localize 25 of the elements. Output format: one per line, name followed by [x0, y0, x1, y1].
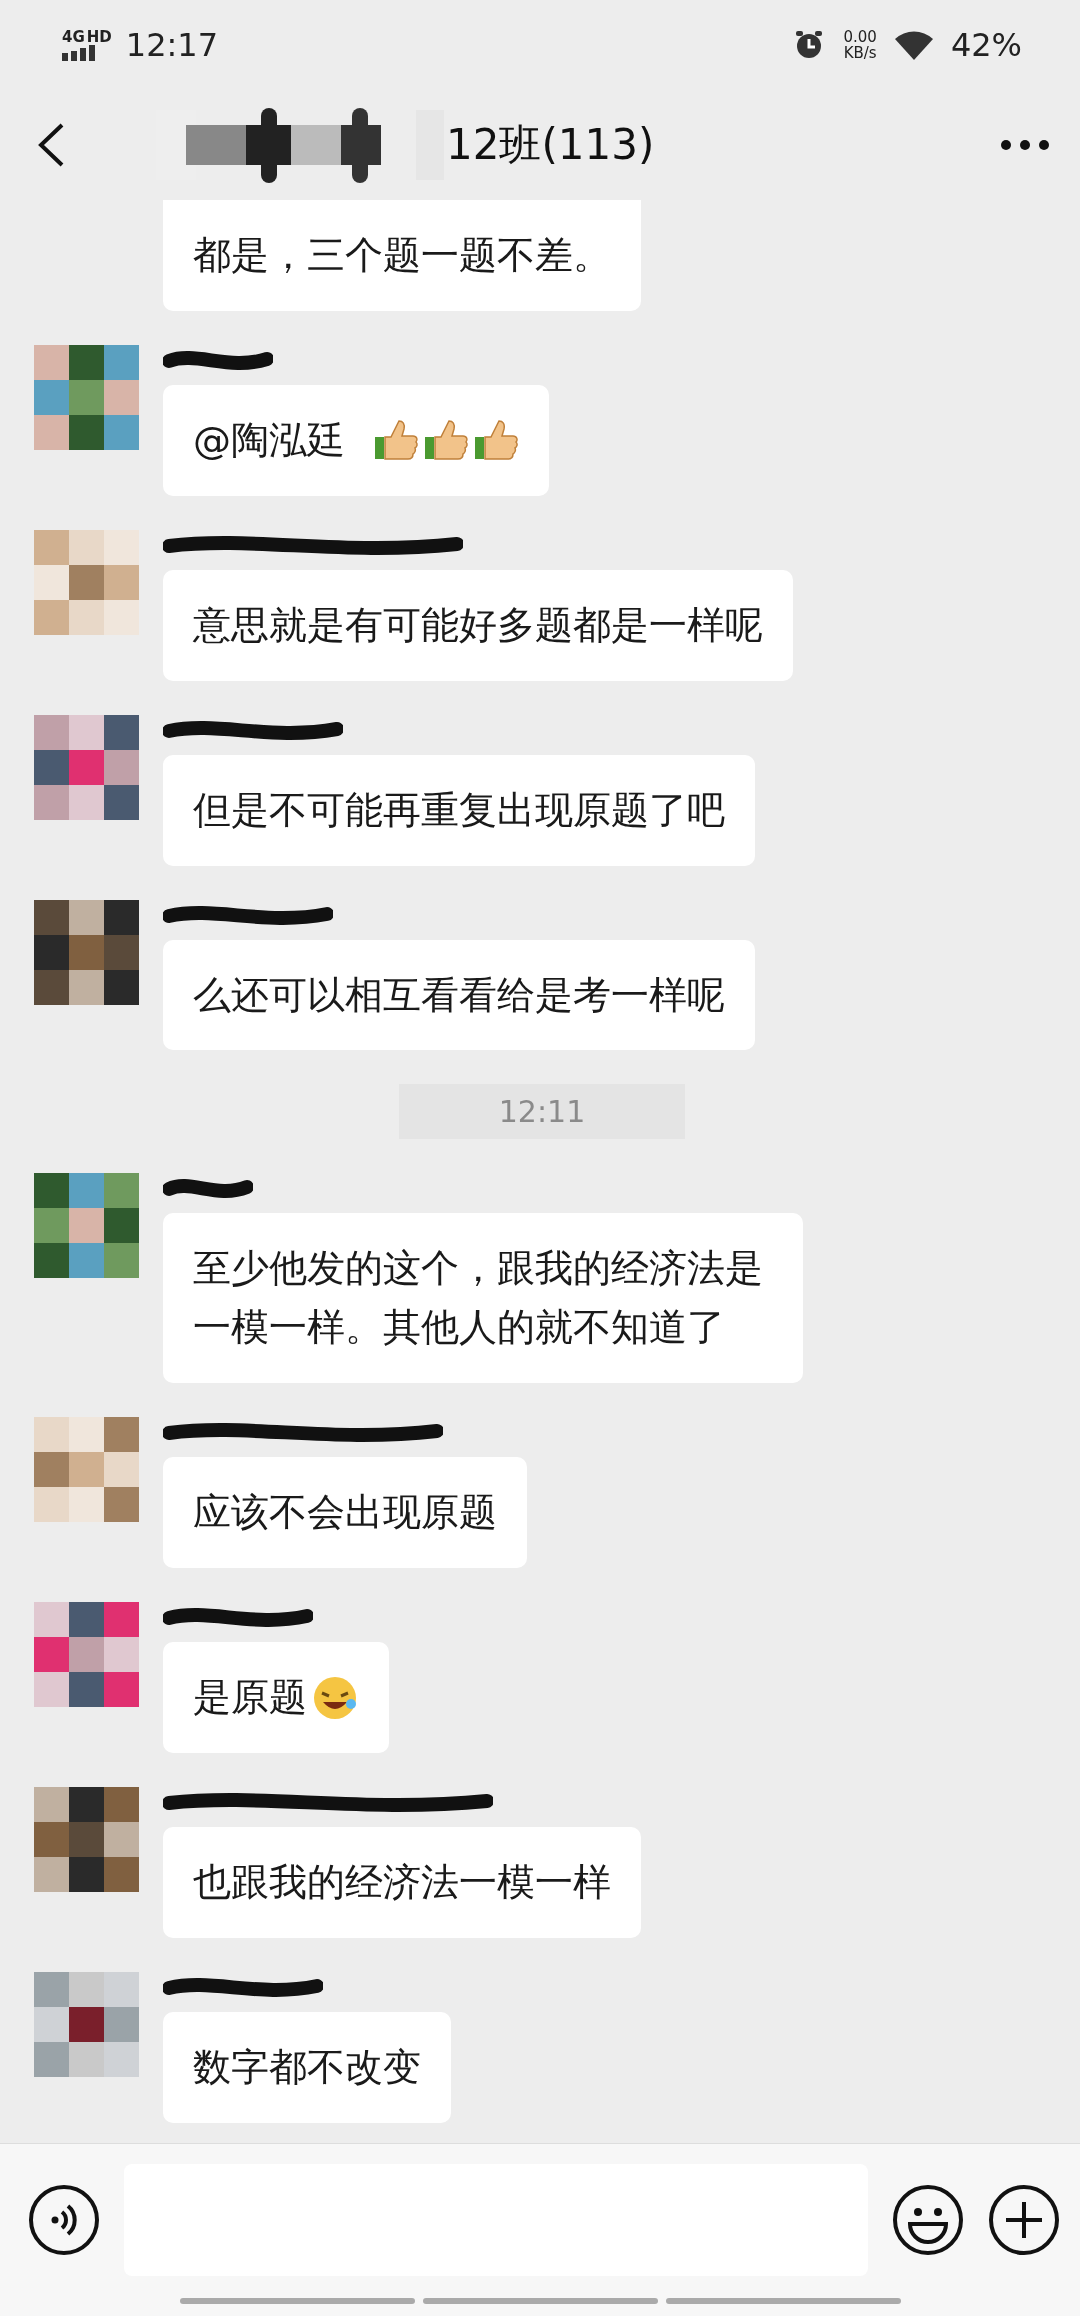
- clock-time: 12:17: [125, 26, 218, 64]
- message-bubble: 至少他发的这个，跟我的经济法是一模一样。其他人的就不知道了: [163, 1213, 803, 1384]
- wifi-icon: [894, 30, 933, 60]
- network-label: 4G: [62, 29, 85, 45]
- plus-icon[interactable]: [988, 2184, 1060, 2256]
- more-icon[interactable]: [1000, 139, 1050, 151]
- battery-percent: 42%: [950, 26, 1022, 64]
- voice-icon[interactable]: [28, 2184, 100, 2256]
- message-bubble: 也跟我的经济法一模一样: [163, 1827, 641, 1938]
- message-bubble: 么还可以相互看看给是考一样呢: [163, 939, 755, 1051]
- emoji-icon[interactable]: [892, 2184, 964, 2256]
- network-type-label: HD: [86, 29, 112, 45]
- back-icon[interactable]: [36, 122, 66, 168]
- message-bubble: 应该不会出现原题: [163, 1457, 527, 1569]
- signal-icon: [62, 44, 98, 61]
- speed-value: 0.00: [843, 28, 877, 45]
- message-bubble: 数字都不改变: [163, 2011, 451, 2123]
- chat-title: 12班(113): [446, 119, 655, 171]
- message-bubble: 意思就是有可能好多题都是一样呢: [163, 569, 793, 681]
- speed-unit: KB/s: [843, 45, 877, 62]
- message-bubble: 都是，三个题一题不差。: [163, 200, 641, 311]
- message-bubble: 是原题: [163, 1642, 389, 1753]
- timestamp: 12:11: [398, 1084, 686, 1140]
- message-bubble: @陶泓廷: [163, 384, 549, 496]
- message-bubble: 但是不可能再重复出现原题了吧: [163, 754, 755, 866]
